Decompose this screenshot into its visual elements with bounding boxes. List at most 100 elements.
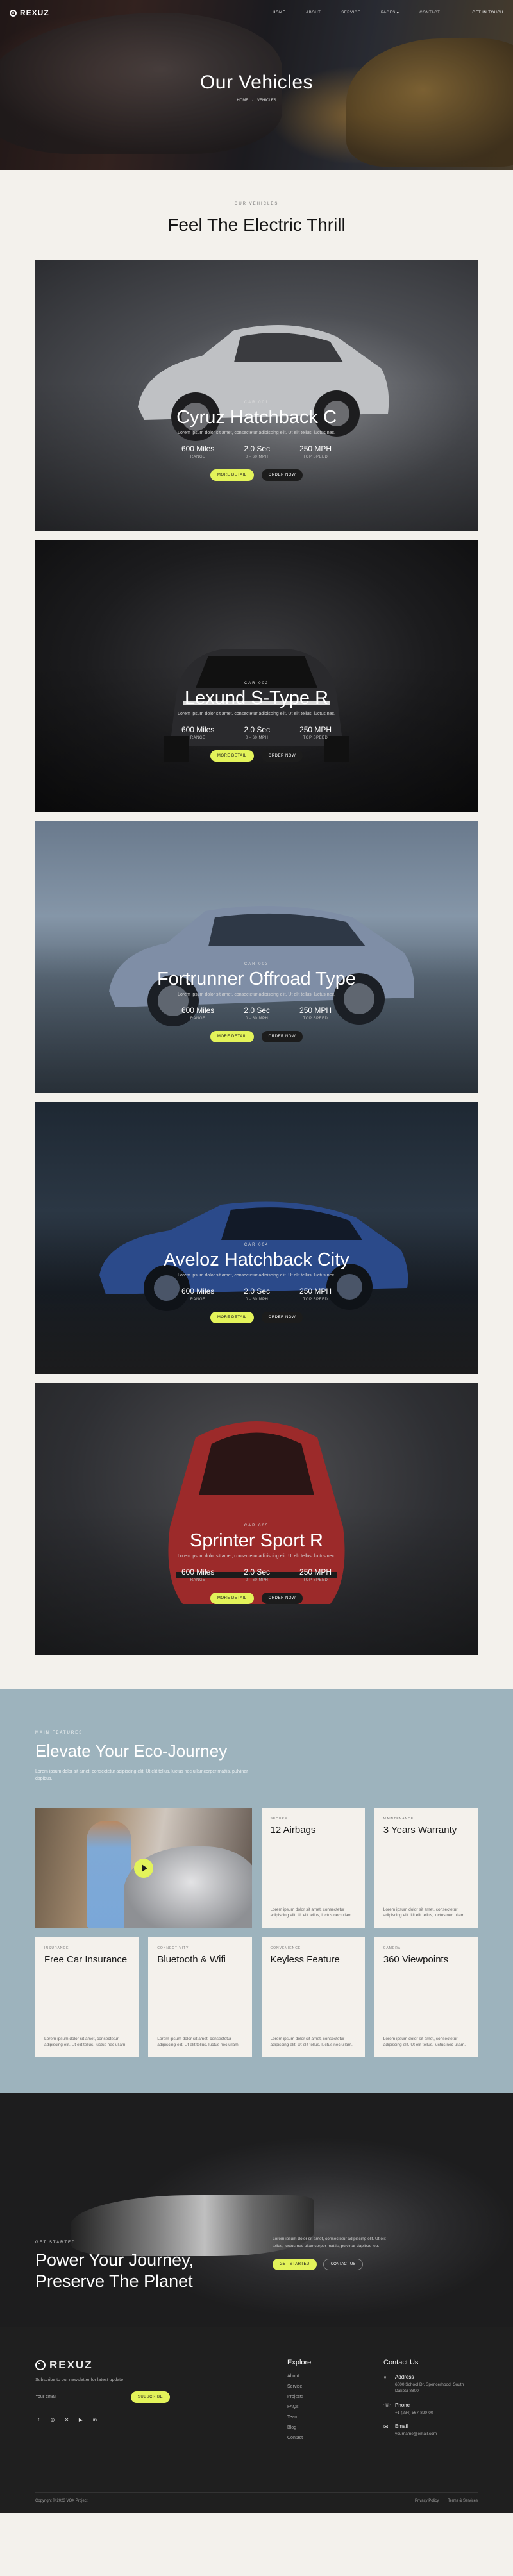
logo-icon	[35, 2360, 46, 2370]
stat-range: 600 Miles RANGE	[181, 725, 214, 740]
nav-link-about[interactable]: ABOUT	[306, 11, 321, 15]
play-icon[interactable]	[133, 1858, 153, 1878]
facebook-icon[interactable]: f	[35, 2417, 42, 2423]
privacy-policy-link[interactable]: Privacy Policy	[415, 2499, 439, 2503]
vehicle-name: Fortrunner Offroad Type	[156, 969, 357, 989]
youtube-icon[interactable]: ▶	[78, 2417, 84, 2423]
contact-title: Contact Us	[383, 2359, 419, 2366]
stat-range: 600 Miles RANGE	[181, 1006, 214, 1021]
footer-link-faqs[interactable]: FAQs	[287, 2405, 311, 2409]
nav-link-home[interactable]: HOME	[273, 11, 285, 15]
stat-value: 250 MPH	[299, 1006, 332, 1015]
features-title: Elevate Your Eco-Journey	[35, 1741, 228, 1761]
feature-description: Lorem ipsum dolor sit amet, consectetur …	[383, 1907, 466, 1918]
order-now-button[interactable]: ORDER NOW	[261, 750, 303, 762]
feature-title: 360 Viewpoints	[383, 1954, 449, 1965]
stat-value: 600 Miles	[181, 725, 215, 734]
stat-range: 600 Miles RANGE	[181, 444, 214, 459]
footer-link-projects[interactable]: Projects	[287, 2395, 311, 2399]
stat-range: 600 Miles RANGE	[181, 1568, 214, 1582]
chevron-down-icon: ▾	[396, 11, 399, 15]
more-detail-button[interactable]: MORE DETAIL	[210, 469, 254, 481]
nav-link-pages[interactable]: PAGES ▾	[381, 11, 399, 15]
top-nav: REXUZ HOME ABOUT SERVICE PAGES ▾ CONTACT …	[0, 0, 513, 26]
stat-label: TOP SPEED	[303, 455, 328, 459]
feature-card-connectivity: CONNECTIVITY Bluetooth & Wifi Lorem ipsu…	[148, 1937, 252, 2057]
cta-title: Power Your Journey, Preserve The Planet	[35, 2250, 194, 2291]
get-started-button[interactable]: GET STARTED	[273, 2259, 317, 2270]
stat-top-speed: 250 MPH TOP SPEED	[299, 1568, 332, 1582]
vehicle-name: Aveloz Hatchback City	[164, 1250, 349, 1270]
contact-email: ✉ Email yourname@email.com	[383, 2423, 466, 2438]
vehicles-title: Feel The Electric Thrill	[167, 215, 346, 235]
vehicles-section: OUR VEHICLES Feel The Electric Thrill CA…	[0, 170, 513, 1689]
get-in-touch-button[interactable]: GET IN TOUCH	[472, 11, 503, 15]
vehicle-card-content: CAR 005 Sprinter Sport R Lorem ipsum dol…	[35, 1524, 478, 1604]
newsletter-email-input[interactable]	[35, 2392, 131, 2402]
vehicle-card-2[interactable]: CAR 002 Lexund S-Type R Lorem ipsum dolo…	[35, 540, 478, 812]
terms-link[interactable]: Terms & Services	[448, 2499, 478, 2503]
stat-acceleration: 2.0 Sec 0 - 60 MPH	[244, 1287, 270, 1301]
feature-video[interactable]	[35, 1808, 252, 1928]
feature-eyebrow: CONNECTIVITY	[157, 1946, 189, 1950]
breadcrumb: HOME / VEHICLES	[0, 99, 513, 103]
features-eyebrow: MAIN FEATURES	[35, 1731, 83, 1735]
contact-address: ⌖ Address 6000 School Dr. Spencerhood, S…	[383, 2374, 466, 2395]
footer-link-team[interactable]: Team	[287, 2415, 311, 2420]
cta-eyebrow: GET STARTED	[35, 2241, 76, 2245]
brand-logo[interactable]: REXUZ	[10, 8, 49, 17]
vehicle-card-4[interactable]: CAR 004 Aveloz Hatchback City Lorem ipsu…	[35, 1102, 478, 1374]
nav-link-service[interactable]: SERVICE	[341, 11, 360, 15]
instagram-icon[interactable]: ◎	[49, 2417, 56, 2423]
stat-acceleration: 2.0 Sec 0 - 60 MPH	[244, 444, 270, 459]
order-now-button[interactable]: ORDER NOW	[261, 1031, 303, 1042]
feature-eyebrow: CONVENIENCE	[270, 1946, 301, 1950]
feature-description: Lorem ipsum dolor sit amet, consectetur …	[157, 2036, 240, 2048]
feature-card-insurance: INSURANCE Free Car Insurance Lorem ipsum…	[35, 1937, 139, 2057]
stat-label: 0 - 60 MPH	[245, 1578, 269, 1582]
stat-value: 250 MPH	[299, 1287, 332, 1296]
linkedin-icon[interactable]: in	[92, 2417, 98, 2423]
email-value[interactable]: yourname@email.com	[395, 2431, 437, 2438]
footer-link-about[interactable]: About	[287, 2374, 311, 2379]
footer-link-service[interactable]: Service	[287, 2384, 311, 2389]
logo-icon	[10, 9, 17, 17]
more-detail-button[interactable]: MORE DETAIL	[210, 750, 254, 762]
feature-card-keyless: CONVENIENCE Keyless Feature Lorem ipsum …	[261, 1937, 365, 2057]
order-now-button[interactable]: ORDER NOW	[261, 469, 303, 481]
cta-actions: GET STARTED CONTACT US	[273, 2259, 394, 2270]
feature-eyebrow: MAINTENANCE	[383, 1817, 414, 1821]
features-grid: SECURE 12 Airbags Lorem ipsum dolor sit …	[35, 1808, 478, 2057]
more-detail-button[interactable]: MORE DETAIL	[210, 1593, 254, 1604]
footer-link-contact[interactable]: Contact	[287, 2436, 311, 2440]
stat-label: 0 - 60 MPH	[245, 455, 269, 459]
stat-label: RANGE	[190, 455, 206, 459]
phone-label: Phone	[395, 2402, 410, 2408]
nav-link-contact[interactable]: CONTACT	[419, 11, 440, 15]
more-detail-button[interactable]: MORE DETAIL	[210, 1031, 254, 1042]
stat-label: 0 - 60 MPH	[245, 1017, 269, 1021]
vehicle-card-1[interactable]: CAR 001 Cyruz Hatchback C Lorem ipsum do…	[35, 260, 478, 531]
feature-card-camera: CAMERA 360 Viewpoints Lorem ipsum dolor …	[374, 1937, 478, 2057]
breadcrumb-home[interactable]: HOME	[237, 99, 248, 103]
phone-value[interactable]: +1 (234) 567-890-00	[395, 2410, 433, 2416]
vehicle-name: Sprinter Sport R	[190, 1530, 323, 1551]
vehicle-stats: 600 Miles RANGE 2.0 Sec 0 - 60 MPH 250 MPH…	[35, 1568, 478, 1582]
order-now-button[interactable]: ORDER NOW	[261, 1593, 303, 1604]
order-now-button[interactable]: ORDER NOW	[261, 1312, 303, 1323]
vehicle-card-5[interactable]: CAR 005 Sprinter Sport R Lorem ipsum dol…	[35, 1383, 478, 1655]
explore-title: Explore	[287, 2359, 312, 2366]
vehicle-card-3[interactable]: CAR 003 Fortrunner Offroad Type Lorem ip…	[35, 821, 478, 1093]
contact-us-button[interactable]: CONTACT US	[323, 2259, 364, 2270]
footer-explore: Explore About Service Projects FAQs Team…	[287, 2359, 311, 2446]
stat-label: RANGE	[190, 1578, 206, 1582]
x-icon[interactable]: ✕	[63, 2417, 70, 2423]
more-detail-button[interactable]: MORE DETAIL	[210, 1312, 254, 1323]
breadcrumb-separator: /	[252, 99, 253, 103]
vehicle-stats: 600 Miles RANGE 2.0 Sec 0 - 60 MPH 250 MPH…	[35, 444, 478, 459]
location-pin-icon: ⌖	[383, 2374, 387, 2380]
footer-link-blog[interactable]: Blog	[287, 2425, 311, 2430]
stat-value: 2.0 Sec	[244, 725, 271, 734]
subscribe-button[interactable]: SUBSCRIBE	[130, 2391, 170, 2403]
cta-section: GET STARTED Power Your Journey, Preserve…	[0, 2093, 513, 2327]
